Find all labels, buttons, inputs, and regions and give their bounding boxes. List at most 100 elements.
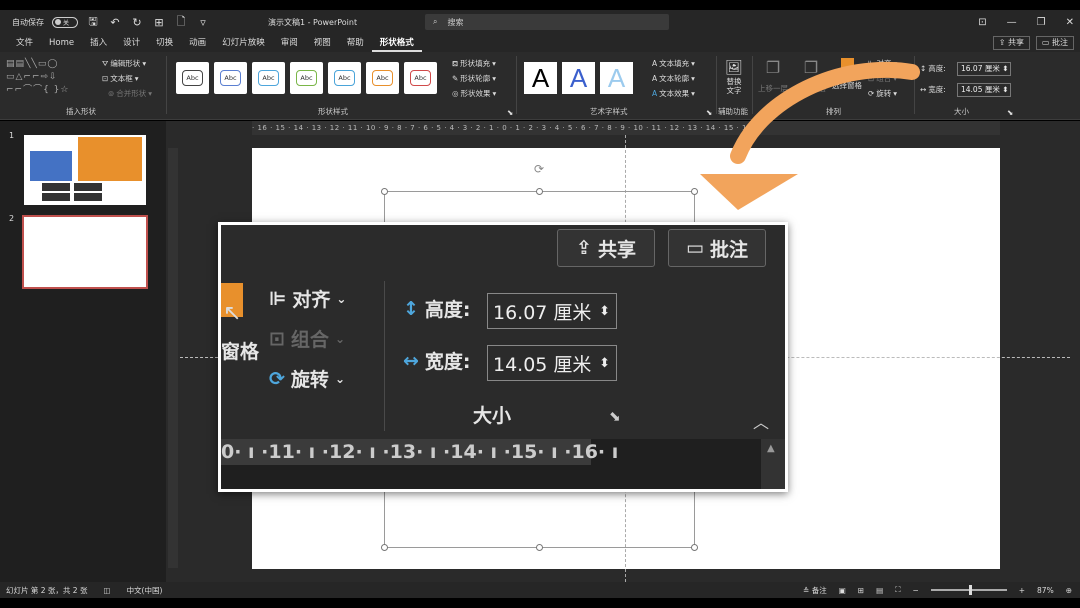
notes-button[interactable]: ≙ 备注 [803,585,827,596]
shape-style-sample: Abc [258,70,279,86]
width-input[interactable]: 14.05 厘米 ⬍ [957,83,1011,97]
text-box-icon: ⊡ [102,74,109,83]
share-icon: ⇪ [576,237,592,259]
group-icon: ⊡ [269,327,285,350]
tab-10[interactable]: 形状格式 [371,34,422,52]
slide-thumbnails-pane: 1 2 [0,121,166,582]
undo-icon[interactable]: ↶ [108,16,122,29]
tab-8[interactable]: 视图 [306,34,339,52]
redo-icon[interactable]: ↻ [130,16,144,29]
tab-1[interactable]: Home [41,34,82,52]
tab-5[interactable]: 动画 [181,34,214,52]
slide-thumbnail-1[interactable] [24,135,146,205]
wordart-style-swatch[interactable]: A [600,62,633,94]
fit-slide-icon[interactable]: ⊕ [1066,586,1072,595]
shape-fill-button[interactable]: ⛾ 形状填充 ▾ [452,58,496,69]
thumb-box [74,193,102,201]
callout-height-label-text: 高度: [424,299,471,321]
shape-style-swatch[interactable]: Abc [214,62,247,94]
tab-2[interactable]: 插入 [82,34,115,52]
language[interactable]: 中文(中国) [127,585,163,596]
search-icon: ⌕ [433,17,438,26]
collapse-ribbon-icon: ︿ [753,413,770,432]
edit-shape-button[interactable]: ⛛ 编辑形状 ▾ [102,58,146,69]
rotate-handle-icon[interactable]: ⟳ [534,162,544,176]
restore-icon[interactable]: ❐ [1037,17,1046,28]
callout-rotate-label: 旋转 [290,369,329,391]
callout-separator [384,281,385,431]
vertical-scrollbar[interactable] [1070,130,1078,570]
new-file-icon[interactable]: 🗋 [174,13,188,32]
tab-0[interactable]: 文件 [8,34,41,52]
tab-3[interactable]: 设计 [115,34,148,52]
resize-handle[interactable] [381,188,388,195]
merge-shapes-button[interactable]: ⊚ 合并形状 ▾ [108,88,152,99]
slideshow-icon[interactable]: ⊞ [152,16,166,29]
resize-handle[interactable] [381,544,388,551]
height-value: 16.07 厘米 [961,64,1000,73]
minimize-icon[interactable]: — [1007,17,1017,28]
callout-height-value: 16.07 厘米 [493,301,592,324]
wordart-style-swatch[interactable]: A [524,62,557,94]
zoom-slider-knob[interactable] [968,585,972,595]
customize-toolbar-icon[interactable]: ▿ [196,16,210,29]
zoom-callout: ⇪ 共享 ▭ 批注 ↖ 窗格 ⊫ 对齐 ⌄ ⊡ 组合 ⌄ ⟳ 旋转 ⌄ ↕ 高度: 16.07 厘… [218,222,788,492]
shape-style-swatch[interactable]: Abc [366,62,399,94]
shape-effects-button[interactable]: ◎ 形状效果 ▾ [452,88,496,99]
accessibility-icon[interactable]: ◫ [103,586,110,595]
tab-4[interactable]: 切换 [148,34,181,52]
callout-align: ⊫ 对齐 ⌄ [269,285,346,312]
text-fill-icon: A [652,59,658,68]
wordart-style-swatch[interactable]: A [562,62,595,94]
close-icon[interactable]: ✕ [1066,17,1074,28]
resize-handle[interactable] [536,544,543,551]
ribbon-separator [516,56,517,114]
shape-outline-label: 形状轮廓 [460,74,491,83]
shape-style-swatch[interactable]: Abc [404,62,437,94]
callout-comment-button: ▭ 批注 [668,229,766,267]
shape-outline-button[interactable]: ✎ 形状轮廓 ▾ [452,73,496,84]
autosave-toggle[interactable]: 关 [52,16,78,28]
tab-7[interactable]: 审阅 [273,34,306,52]
search-box[interactable]: ⌕ 搜索 [425,14,669,30]
height-input[interactable]: 16.07 厘米 ⬍ [957,62,1011,76]
zoom-out-icon[interactable]: − [912,586,918,595]
size-launcher-icon[interactable]: ⬊ [1007,108,1013,117]
tab-9[interactable]: 帮助 [339,34,372,52]
reading-view-icon[interactable]: ▤ [876,586,883,595]
zoom-slider[interactable] [930,585,1007,595]
width-label: ↔ 宽度: [920,84,946,95]
callout-width-label-text: 宽度: [424,351,471,373]
slideshow-view-icon[interactable]: ⛶ [895,585,900,595]
zoom-in-icon[interactable]: + [1019,586,1025,595]
resize-handle[interactable] [691,544,698,551]
shape-style-sample: Abc [372,70,393,86]
chevron-down-icon: ⌄ [334,371,345,386]
slide-sorter-icon[interactable]: ⊞ [858,586,864,595]
comment-button[interactable]: ▭ 批注 [1035,36,1074,50]
share-button[interactable]: ⇪ 共享 [992,36,1030,50]
rotate-icon: ⟳ [269,367,285,390]
edit-shape-icon: ⛛ [102,58,109,68]
shape-style-swatch[interactable]: Abc [252,62,285,94]
ribbon-separator [166,56,167,114]
spinner-icon: ⬍ [599,303,610,319]
normal-view-icon[interactable]: ▣ [839,586,846,595]
spinner-icon: ⬍ [599,355,610,371]
zoom-level[interactable]: 87% [1037,586,1054,595]
width-icon: ↔ [920,85,927,94]
shape-styles-launcher-icon[interactable]: ⬊ [507,108,513,117]
shape-style-swatch[interactable]: Abc [290,62,323,94]
ribbon-display-icon[interactable]: ⊡ [978,17,986,28]
resize-handle[interactable] [536,188,543,195]
shape-style-swatch[interactable]: Abc [328,62,361,94]
notes-label: 备注 [811,585,827,595]
height-icon: ↕ [403,297,419,320]
slide-thumbnail-2[interactable] [22,215,148,289]
text-box-button[interactable]: ⊡ 文本框 ▾ [102,73,139,84]
shape-style-swatch[interactable]: Abc [176,62,209,94]
shapes-gallery[interactable]: ▤▤╲╲▭◯ ▭△⌐⌐⇨⇩ ⌐⌐⌒⌒{ }☆ [6,58,94,98]
save-icon[interactable]: 🖫 [86,13,100,32]
callout-rotate: ⟳ 旋转 ⌄ [269,365,345,392]
tab-6[interactable]: 幻灯片放映 [214,34,273,52]
